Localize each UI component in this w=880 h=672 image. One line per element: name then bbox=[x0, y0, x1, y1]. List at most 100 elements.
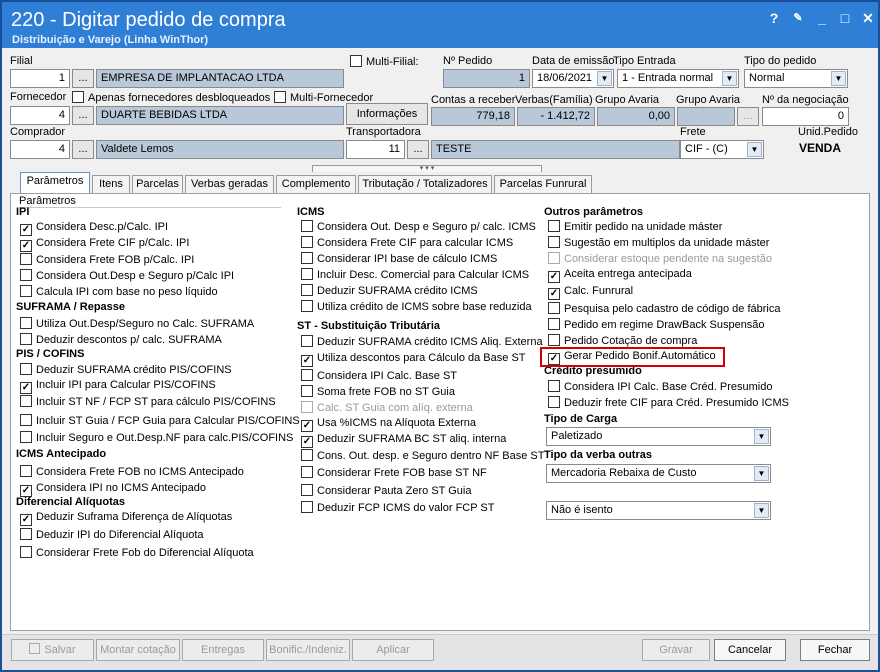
option-checkbox[interactable]: ✓ Deduzir Suframa Diferença de Alíquotas bbox=[20, 511, 232, 527]
tipo-verba-select[interactable]: Mercadoria Rebaixa de Custo ▼ bbox=[546, 464, 771, 483]
option-checkbox[interactable]: Calcula IPI com base no peso líquido bbox=[20, 285, 218, 301]
tab-tributacao[interactable]: Tributação / Totalizadores bbox=[358, 175, 492, 193]
checkbox-box bbox=[20, 465, 32, 477]
cancelar-button[interactable]: Cancelar bbox=[714, 639, 786, 661]
informacoes-button[interactable]: Informações bbox=[346, 103, 428, 125]
fornecedor-code-input[interactable]: 4 bbox=[10, 106, 70, 125]
option-checkbox[interactable]: Considerar Pauta Zero ST Guia bbox=[301, 484, 471, 500]
chevron-down-icon[interactable]: ▼ bbox=[747, 142, 762, 157]
fornecedor-search-button[interactable]: ... bbox=[72, 106, 94, 125]
option-checkbox[interactable]: Calc. ST Guia com alíq. externa bbox=[301, 401, 473, 417]
collapse-handle-icon[interactable]: ▾ ▾ ▾ bbox=[312, 165, 542, 172]
option-checkbox[interactable]: ✓ Utiliza descontos para Cálculo da Base … bbox=[301, 352, 526, 368]
unid-pedido-value: VENDA bbox=[799, 141, 842, 155]
option-checkbox[interactable]: Incluir ST NF / FCP ST para cálculo PIS/… bbox=[20, 395, 276, 411]
filial-code-input[interactable]: 1 bbox=[10, 69, 70, 88]
option-checkbox[interactable]: ✓ Aceita entrega antecipada bbox=[548, 268, 692, 284]
option-checkbox[interactable]: ✓ Usa %ICMS na Alíquota Externa bbox=[301, 417, 476, 433]
isento-select[interactable]: Não é isento ▼ bbox=[546, 501, 771, 520]
option-checkbox[interactable]: Considera Frete FOB no ICMS Antecipado bbox=[20, 465, 244, 481]
option-checkbox[interactable]: Pesquisa pelo cadastro de código de fábr… bbox=[548, 302, 780, 318]
data-emissao-picker[interactable]: 18/06/2021 ▼ bbox=[532, 69, 614, 88]
restore-icon[interactable]: □ bbox=[836, 9, 854, 27]
option-checkbox[interactable]: Considera Out.Desp e Seguro p/Calc IPI bbox=[20, 269, 234, 285]
tab-parametros[interactable]: Parâmetros bbox=[20, 172, 90, 193]
filial-search-button[interactable]: ... bbox=[72, 69, 94, 88]
tab-itens[interactable]: Itens bbox=[92, 175, 130, 193]
option-checkbox[interactable]: Considera Frete CIF para calcular ICMS bbox=[301, 236, 513, 252]
chevron-down-icon[interactable]: ▼ bbox=[722, 71, 737, 86]
option-checkbox[interactable]: Considera IPI Calc. Base Créd. Presumido bbox=[548, 380, 772, 396]
tab-parcelas[interactable]: Parcelas bbox=[132, 175, 183, 193]
negociacao-input[interactable]: 0 bbox=[762, 107, 849, 126]
calendar-dropdown-icon[interactable]: ▼ bbox=[597, 71, 612, 86]
grupo-avaria-search-button[interactable]: ... bbox=[737, 107, 759, 126]
option-checkbox[interactable]: Deduzir SUFRAMA crédito ICMS Aliq. Exter… bbox=[301, 335, 543, 351]
option-checkbox[interactable]: Deduzir SUFRAMA crédito PIS/COFINS bbox=[20, 363, 232, 379]
tab-parcelas-funrural[interactable]: Parcelas Funrural bbox=[494, 175, 592, 193]
option-checkbox[interactable]: Deduzir IPI do Diferencial Alíquota bbox=[20, 528, 204, 544]
option-checkbox[interactable]: Considera Frete FOB p/Calc. IPI bbox=[20, 253, 194, 269]
edit-icon[interactable]: ✎ bbox=[789, 9, 807, 27]
option-checkbox[interactable]: Incluir Seguro e Out.Desp.NF para calc.P… bbox=[20, 431, 293, 447]
option-label: Cons. Out. desp. e Seguro dentro NF Base… bbox=[317, 450, 545, 462]
transportadora-search-button[interactable]: ... bbox=[407, 140, 429, 159]
bonific-indeniz-button[interactable]: Bonific./Indeniz. bbox=[266, 639, 350, 661]
salvar-button[interactable]: Salvar bbox=[11, 639, 94, 661]
comprador-search-button[interactable]: ... bbox=[72, 140, 94, 159]
multi-filial-checkbox[interactable]: Multi-Filial: bbox=[350, 55, 419, 71]
option-checkbox[interactable]: Deduzir FCP ICMS do valor FCP ST bbox=[301, 501, 494, 517]
chevron-down-icon[interactable]: ▼ bbox=[754, 503, 769, 518]
option-checkbox[interactable]: Cons. Out. desp. e Seguro dentro NF Base… bbox=[301, 449, 544, 465]
option-checkbox[interactable]: Considera IPI Calc. Base ST bbox=[301, 369, 457, 385]
close-icon[interactable]: ✕ bbox=[859, 9, 877, 27]
tipo-entrada-select[interactable]: 1 - Entrada normal ▼ bbox=[617, 69, 739, 88]
option-checkbox[interactable]: Pedido em regime DrawBack Suspensão bbox=[548, 318, 765, 334]
chevron-down-icon[interactable]: ▼ bbox=[754, 466, 769, 481]
option-checkbox[interactable]: Considerar estoque pendente na sugestão bbox=[548, 252, 772, 268]
tab-complemento[interactable]: Complemento bbox=[276, 175, 356, 193]
option-checkbox[interactable]: Considerar IPI base de cálculo ICMS bbox=[301, 252, 497, 268]
help-icon[interactable]: ? bbox=[765, 9, 783, 27]
option-checkbox[interactable]: Considera Out. Desp e Seguro p/ calc. IC… bbox=[301, 220, 536, 236]
option-checkbox[interactable]: ✓ Deduzir SUFRAMA BC ST aliq. interna bbox=[301, 433, 506, 449]
option-checkbox[interactable]: Considerar Frete FOB base ST NF bbox=[301, 466, 487, 482]
chevron-down-icon[interactable]: ▼ bbox=[831, 71, 846, 86]
option-checkbox[interactable]: Incluir Desc. Comercial para Calcular IC… bbox=[301, 268, 529, 284]
minimize-icon[interactable]: _ bbox=[813, 9, 831, 27]
option-checkbox[interactable]: Sugestão em multiplos da unidade máster bbox=[548, 236, 769, 252]
tab-verbas-geradas[interactable]: Verbas geradas bbox=[185, 175, 274, 193]
checkbox-box bbox=[301, 466, 313, 478]
gravar-button[interactable]: Gravar bbox=[642, 639, 710, 661]
option-label: Considerar Pauta Zero ST Guia bbox=[317, 485, 472, 497]
option-checkbox[interactable]: Incluir ST Guia / FCP Guia para Calcular… bbox=[20, 414, 300, 430]
option-checkbox[interactable]: Utiliza Out.Desp/Seguro no Calc. SUFRAMA bbox=[20, 317, 254, 333]
option-checkbox[interactable]: Utiliza crédito de ICMS sobre base reduz… bbox=[301, 300, 532, 316]
option-checkbox[interactable]: Deduzir SUFRAMA crédito ICMS bbox=[301, 284, 478, 300]
checkbox-box bbox=[20, 414, 32, 426]
desbloqueados-checkbox[interactable]: Apenas fornecedores desbloqueados bbox=[72, 91, 270, 107]
montar-cotacao-button[interactable]: Montar cotação bbox=[96, 639, 180, 661]
tipo-carga-select[interactable]: Paletizado ▼ bbox=[546, 427, 771, 446]
option-checkbox[interactable]: Soma frete FOB no ST Guia bbox=[301, 385, 455, 401]
comprador-code-input[interactable]: 4 bbox=[10, 140, 70, 159]
option-checkbox[interactable]: ✓ Considera Frete CIF p/Calc. IPI bbox=[20, 237, 189, 253]
fechar-button[interactable]: Fechar bbox=[800, 639, 870, 661]
tipo-pedido-select[interactable]: Normal ▼ bbox=[744, 69, 848, 88]
chevron-down-icon[interactable]: ▼ bbox=[754, 429, 769, 444]
transportadora-code-input[interactable]: 11 bbox=[346, 140, 405, 159]
option-checkbox[interactable]: ✓ Calc. Funrural bbox=[548, 285, 633, 301]
option-checkbox[interactable]: ✓ Incluir IPI para Calcular PIS/COFINS bbox=[20, 379, 216, 395]
option-checkbox[interactable]: Deduzir descontos p/ calc. SUFRAMA bbox=[20, 333, 222, 349]
panel-divider bbox=[19, 207, 281, 208]
option-checkbox[interactable]: Deduzir frete CIF para Créd. Presumido I… bbox=[548, 396, 789, 412]
aplicar-button[interactable]: Aplicar bbox=[352, 639, 434, 661]
option-checkbox[interactable]: ✓ Considera Desc.p/Calc. IPI bbox=[20, 221, 168, 237]
entregas-button[interactable]: Entregas bbox=[182, 639, 264, 661]
checkbox-box bbox=[301, 449, 313, 461]
checkbox-box bbox=[301, 385, 313, 397]
frete-select[interactable]: CIF - (C) ▼ bbox=[680, 140, 764, 159]
option-checkbox[interactable]: Emitir pedido na unidade máster bbox=[548, 220, 722, 236]
option-checkbox[interactable]: Considerar Frete Fob do Diferencial Alíq… bbox=[20, 546, 254, 562]
fornecedor-name-field: DUARTE BEBIDAS LTDA bbox=[96, 106, 344, 125]
